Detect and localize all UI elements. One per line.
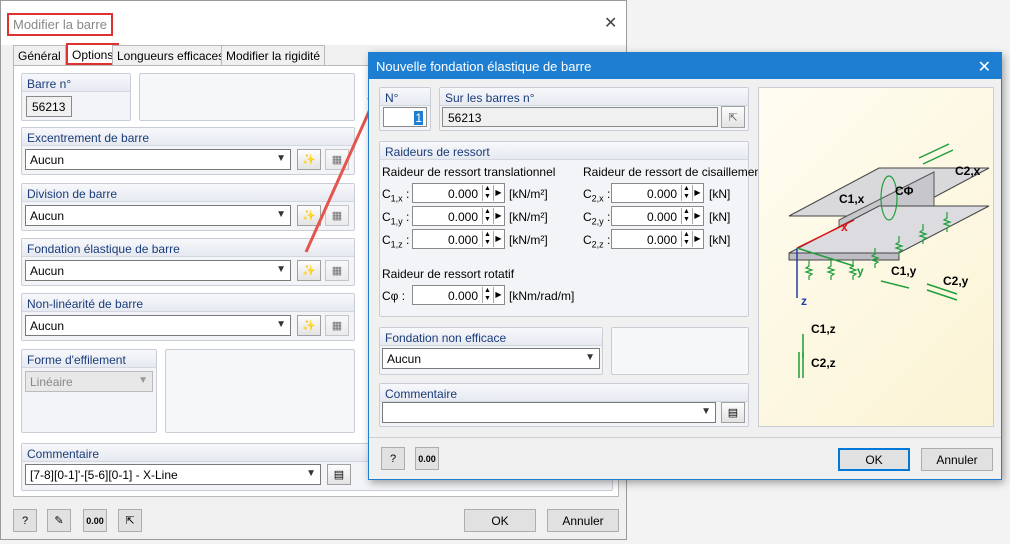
c1y-value: 0.000 <box>447 210 478 224</box>
c1z-unit: [kN/m²] <box>509 233 548 247</box>
c2x-diagram-label: C2,x <box>955 164 981 178</box>
units-button[interactable]: 0.00 <box>415 447 439 470</box>
dialog-title: Nouvelle fondation élastique de barre <box>376 59 592 74</box>
ok-button[interactable]: OK <box>838 448 910 471</box>
y-axis-label: y <box>857 264 864 278</box>
cphi-diagram-label: CΦ <box>895 184 914 198</box>
c2x-input[interactable]: 0.000 ▲ ▼ ▶ <box>611 183 704 203</box>
c1y-unit: [kN/m²] <box>509 210 548 224</box>
c2y-input[interactable]: 0.000 ▲ ▼ ▶ <box>611 206 704 226</box>
title-bar: Nouvelle fondation élastique de barre ✕ <box>369 53 1001 79</box>
help-button[interactable]: ? <box>381 447 405 470</box>
cphi-unit: [kNm/rad/m] <box>509 289 575 303</box>
cursor-icon: ⇱ <box>728 111 738 124</box>
chevron-down-icon: ▼ <box>585 352 595 363</box>
separator <box>369 437 1001 438</box>
x-axis-label: x <box>841 220 848 234</box>
arrow-right-icon[interactable]: ▶ <box>692 208 702 224</box>
c2z-input[interactable]: 0.000 ▲ ▼ ▶ <box>611 229 704 249</box>
rot-label: Raideur de ressort rotatif <box>382 267 515 281</box>
cphi-label: Cφ : <box>382 289 406 303</box>
cis-label: Raideur de ressort de cisaillement <box>583 165 765 179</box>
c1y-input[interactable]: 0.000 ▲ ▼ ▶ <box>412 206 505 226</box>
chevron-down-icon: ▼ <box>701 406 711 417</box>
raideurs-label: Raideurs de ressort <box>380 142 748 160</box>
c2z-label: C2,z : <box>583 233 611 250</box>
c1z-input[interactable]: 0.000 ▲ ▼ ▶ <box>412 229 505 249</box>
z-axis-label: z <box>801 294 807 308</box>
c2x-label: C2,x : <box>583 187 611 204</box>
fondation-info-box <box>611 327 749 375</box>
numero-label: N° <box>380 88 430 106</box>
c2y-value: 0.000 <box>646 210 677 224</box>
fondation-non-efficace-value: Aucun <box>387 352 422 366</box>
fondation-non-efficace-select[interactable]: Aucun ▼ <box>382 348 600 369</box>
c1x-unit: [kN/m²] <box>509 187 548 201</box>
help-icon: ? <box>389 452 397 465</box>
arrow-right-icon[interactable]: ▶ <box>493 208 503 224</box>
spin-icon[interactable]: ▲ ▼ <box>681 208 691 224</box>
comment-library-button[interactable]: ▤ <box>721 402 745 423</box>
barres-label: Sur les barres n° <box>440 88 748 106</box>
c2x-value: 0.000 <box>646 187 677 201</box>
cphi-value: 0.000 <box>447 289 478 303</box>
spin-icon[interactable]: ▲ ▼ <box>482 287 492 303</box>
c1x-label: C1,x : <box>382 187 410 204</box>
fondation-non-efficace-label: Fondation non efficace <box>380 328 602 346</box>
c1z-value: 0.000 <box>447 233 478 247</box>
c1y-label: C1,y : <box>382 210 410 227</box>
comment-select[interactable]: ▼ <box>382 402 716 423</box>
arrow-right-icon[interactable]: ▶ <box>493 231 503 247</box>
beam-diagram <box>788 143 990 378</box>
c1x-diagram-label: C1,x <box>839 192 865 206</box>
fondation-elastique-dialog: Nouvelle fondation élastique de barre ✕ … <box>368 52 1002 480</box>
library-icon: ▤ <box>727 407 739 419</box>
c2z-diagram-label: C2,z <box>811 356 836 370</box>
spin-icon[interactable]: ▲ ▼ <box>482 231 492 247</box>
units-icon: 0.00 <box>418 453 436 464</box>
c1x-input[interactable]: 0.000 ▲ ▼ ▶ <box>412 183 505 203</box>
trans-label: Raideur de ressort translationnel <box>382 165 556 179</box>
spin-icon[interactable]: ▲ ▼ <box>681 185 691 201</box>
c2z-value: 0.000 <box>646 233 677 247</box>
arrow-right-icon[interactable]: ▶ <box>493 287 503 303</box>
spin-icon[interactable]: ▲ ▼ <box>681 231 691 247</box>
c1z-label: C1,z : <box>382 233 410 250</box>
c2y-label: C2,y : <box>583 210 611 227</box>
c1z-diagram-label: C1,z <box>811 322 836 336</box>
arrow-right-icon[interactable]: ▶ <box>692 231 702 247</box>
pick-barres-button[interactable]: ⇱ <box>721 106 745 128</box>
spin-icon[interactable]: ▲ ▼ <box>482 185 492 201</box>
arrow-right-icon[interactable]: ▶ <box>493 185 503 201</box>
spin-icon[interactable]: ▲ ▼ <box>482 208 492 224</box>
annuler-button[interactable]: Annuler <box>921 448 993 471</box>
c2y-unit: [kN] <box>709 210 731 224</box>
arrow-right-icon[interactable]: ▶ <box>692 185 702 201</box>
c1y-diagram-label: C1,y <box>891 264 917 278</box>
numero-input[interactable]: 1 <box>383 107 427 127</box>
c2x-unit: [kN] <box>709 187 731 201</box>
cphi-input[interactable]: 0.000 ▲ ▼ ▶ <box>412 285 505 305</box>
comment-label: Commentaire <box>380 384 748 402</box>
barres-input[interactable]: 56213 <box>442 107 718 127</box>
diagram-panel: C1,x C2,x CΦ C1,y C2,y C1,z C2,z x y z <box>758 87 994 427</box>
close-icon[interactable]: ✕ <box>978 57 991 77</box>
c2y-diagram-label: C2,y <box>943 274 969 288</box>
beam-bottom-edge <box>788 252 900 261</box>
c1x-value: 0.000 <box>447 187 478 201</box>
c2z-unit: [kN] <box>709 233 731 247</box>
numero-value: 1 <box>414 111 423 125</box>
